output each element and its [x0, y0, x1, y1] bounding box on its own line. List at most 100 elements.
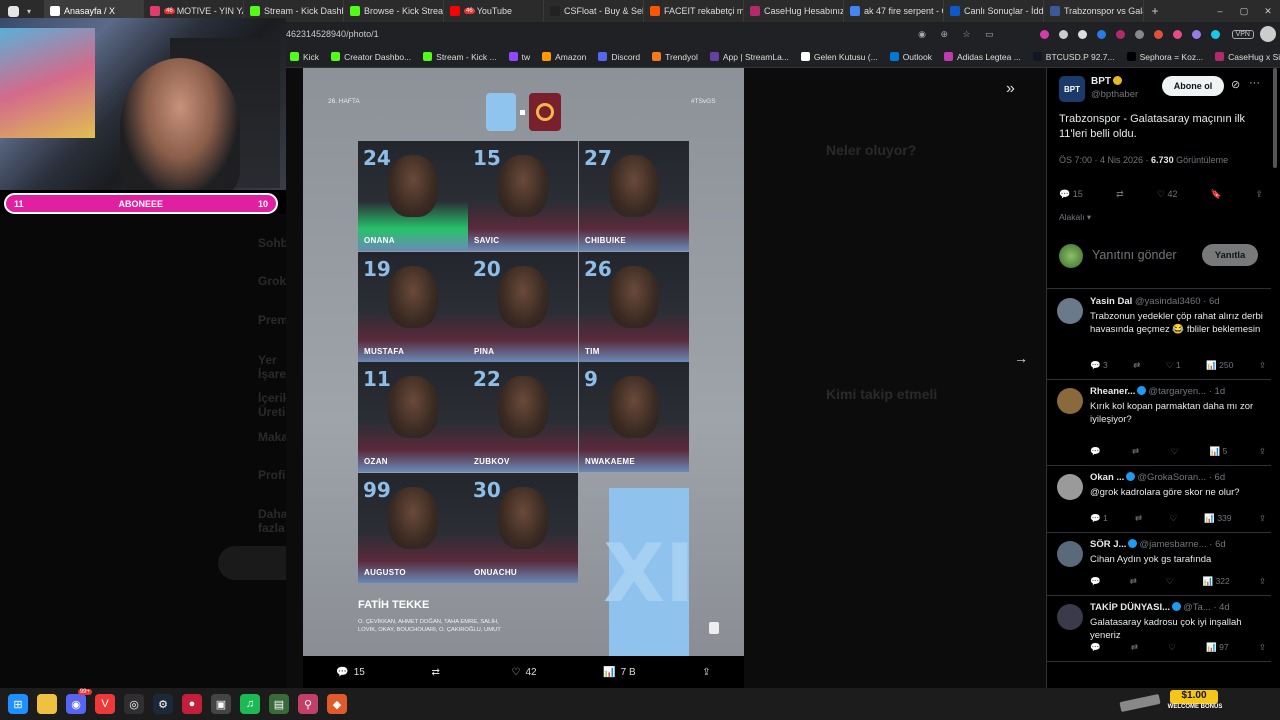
views-icon[interactable]: 📊 97 [1206, 642, 1228, 653]
bookmark-item[interactable]: Amazon [542, 52, 586, 62]
heart-icon[interactable]: ♡ 1 [1166, 360, 1181, 371]
app-green-icon[interactable]: ▤ [269, 694, 289, 714]
browser-tab[interactable]: ak 47 fire serpent - G [844, 0, 944, 22]
obs-icon[interactable]: ◎ [124, 694, 144, 714]
reply-avatar[interactable] [1057, 298, 1083, 324]
bookmark-item[interactable]: Creator Dashbo... [331, 52, 411, 62]
browser-tab[interactable]: FACEIT rekabetçi maç [644, 0, 744, 22]
retweet-icon[interactable]: ⇄ [1135, 513, 1142, 524]
views-icon[interactable]: 📊 5 [1210, 446, 1228, 457]
reply-tweet[interactable]: TAKİP DÜNYASI... @Ta... · 4d Galatasaray k… [1047, 596, 1271, 662]
close-window-button[interactable]: ✕ [1256, 6, 1280, 17]
author-handle[interactable]: @bpthaber [1091, 89, 1138, 100]
share-button[interactable]: ⇪ [1255, 189, 1263, 200]
share-icon[interactable]: ⇪ [1259, 513, 1266, 524]
reply-icon[interactable]: 💬 [1090, 642, 1101, 653]
reply-icon[interactable]: 💬 [1090, 576, 1101, 587]
browser-tab[interactable]: Browse - Kick Stream [344, 0, 444, 22]
photo-like-button[interactable]: ♡ 42 [511, 667, 536, 678]
photo-retweet-button[interactable]: ⇄ [431, 667, 444, 678]
reply-author[interactable]: Okan ... [1090, 472, 1124, 483]
extension-bar[interactable] [1039, 29, 1220, 39]
share-icon[interactable]: ⇪ [1259, 642, 1266, 653]
reply-icon[interactable]: 💬 3 [1090, 360, 1108, 371]
bookmark-item[interactable]: Stream - Kick ... [423, 52, 497, 62]
browser-tab[interactable]: 46 YouTube [444, 0, 544, 22]
reply-author[interactable]: Yasin Dal [1090, 296, 1132, 307]
retweet-button[interactable]: ⇄ [1116, 189, 1124, 200]
reply-avatar[interactable] [1057, 604, 1083, 630]
vpn-badge[interactable]: VPN [1231, 29, 1254, 39]
epic-icon[interactable]: ▣ [211, 694, 231, 714]
retweet-icon[interactable]: ⇄ [1133, 360, 1140, 371]
follow-button[interactable]: Abone ol [1162, 76, 1224, 96]
views-icon[interactable]: 📊 339 [1204, 513, 1231, 524]
reply-avatar[interactable] [1057, 474, 1083, 500]
reply-tweet[interactable]: Rheaner... @targaryen... · 1d Kırık kol ko… [1047, 380, 1271, 466]
discord-icon[interactable]: ◉ 99+ [66, 689, 92, 714]
url-text[interactable]: 462314528940/photo/1 [286, 29, 379, 39]
brave-icon[interactable]: ◆ [327, 694, 347, 714]
photo-share-button[interactable]: ⇪ [702, 667, 710, 678]
lineup-photo[interactable]: 26. HAFTA #TSvGS 24 ONANA 15 SAVIC 27 CHIBUIK… [303, 68, 744, 656]
reply-author[interactable]: SÖR J... [1090, 539, 1126, 550]
reply-avatar[interactable] [1057, 388, 1083, 414]
heart-icon[interactable]: ♡ [1169, 513, 1177, 524]
reply-input[interactable]: Yanıtını gönder [1092, 248, 1177, 262]
new-tab-button[interactable]: + [1144, 4, 1166, 18]
reply-submit-button[interactable]: Yanıtla [1202, 244, 1258, 266]
photo-views-button[interactable]: 📊 7 B [603, 667, 635, 678]
pin-icon[interactable]: ⚲ [298, 694, 318, 714]
reply-author[interactable]: TAKİP DÜNYASI... [1090, 602, 1170, 613]
retweet-icon[interactable]: ⇄ [1131, 642, 1138, 653]
bookmark-item[interactable]: Trendyol [652, 52, 698, 62]
reply-icon[interactable]: 💬 [1090, 446, 1101, 457]
more-icon[interactable]: ··· [1249, 77, 1260, 89]
bookmark-item[interactable]: Kick [290, 52, 319, 62]
collapse-panel-icon[interactable]: » [1006, 80, 1015, 98]
file-explorer-icon[interactable] [37, 694, 57, 714]
extensions-icons[interactable]: ◉ ⊕ ☆ ▭ [918, 29, 999, 40]
share-icon[interactable]: ⇪ [1259, 360, 1266, 371]
browser-tab[interactable]: Trabzonspor vs Galat [1044, 0, 1144, 22]
reply-button[interactable]: 💬 15 [1059, 189, 1083, 200]
like-button[interactable]: ♡ 42 [1157, 189, 1178, 200]
sort-dropdown[interactable]: Alakalı ▾ [1059, 212, 1091, 223]
heart-icon[interactable]: ♡ [1168, 642, 1176, 653]
reply-tweet[interactable]: Okan ... @GrokaSoran... · 6d @grok kadrola… [1047, 466, 1271, 533]
retweet-icon[interactable]: ⇄ [1130, 576, 1137, 587]
app-red-icon[interactable]: ● [182, 694, 202, 714]
profile-avatar[interactable] [1260, 26, 1276, 42]
reply-avatar[interactable] [1057, 541, 1083, 567]
vivaldi-icon[interactable]: V [95, 694, 115, 714]
heart-icon[interactable]: ♡ [1171, 446, 1179, 457]
steam-icon[interactable]: ⚙ [153, 694, 173, 714]
reply-author[interactable]: Rheaner... [1090, 386, 1135, 397]
reply-icon[interactable]: 💬 1 [1090, 513, 1108, 524]
bookmark-button[interactable]: 🔖 [1211, 189, 1222, 200]
bookmark-item[interactable]: Outlook [889, 52, 932, 62]
views-icon[interactable]: 📊 322 [1203, 576, 1230, 587]
reply-tweet[interactable]: Yasin Dal @yasindal3460 · 6d Trabzonun ye… [1047, 290, 1271, 380]
browser-tab[interactable]: CaseHug Hesabınız - [744, 0, 844, 22]
grok-icon[interactable]: ⊘ [1231, 78, 1240, 91]
scrollbar[interactable] [1273, 68, 1277, 168]
author-avatar[interactable]: BPT [1059, 76, 1085, 102]
browser-tab[interactable]: CSFloat - Buy & Sell C [544, 0, 644, 22]
bookmark-item[interactable]: Adidas Legtea ... [943, 52, 1021, 62]
photo-reply-button[interactable]: 💬 15 [336, 667, 365, 678]
maximize-button[interactable]: ▢ [1232, 6, 1256, 17]
next-image-icon[interactable]: → [1014, 350, 1028, 366]
bookmark-item[interactable]: CaseHug x Sin... [1215, 52, 1280, 62]
bookmark-item[interactable]: tw [508, 52, 530, 62]
spotify-icon[interactable]: ♫ [240, 694, 260, 714]
retweet-icon[interactable]: ⇄ [1132, 446, 1139, 457]
bookmark-item[interactable]: Sephora = Koz... [1126, 52, 1203, 62]
bookmark-item[interactable]: App | StreamLa... [709, 52, 789, 62]
views-icon[interactable]: 📊 250 [1206, 360, 1233, 371]
start-icon[interactable]: ⊞ [8, 694, 28, 714]
reply-tweet[interactable]: SÖR J... @jamesbarne... · 6d Cihan Aydın y… [1047, 533, 1271, 596]
share-icon[interactable]: ⇪ [1259, 576, 1266, 587]
bookmark-item[interactable]: Gelen Kutusu (... [800, 52, 878, 62]
heart-icon[interactable]: ♡ [1166, 576, 1174, 587]
